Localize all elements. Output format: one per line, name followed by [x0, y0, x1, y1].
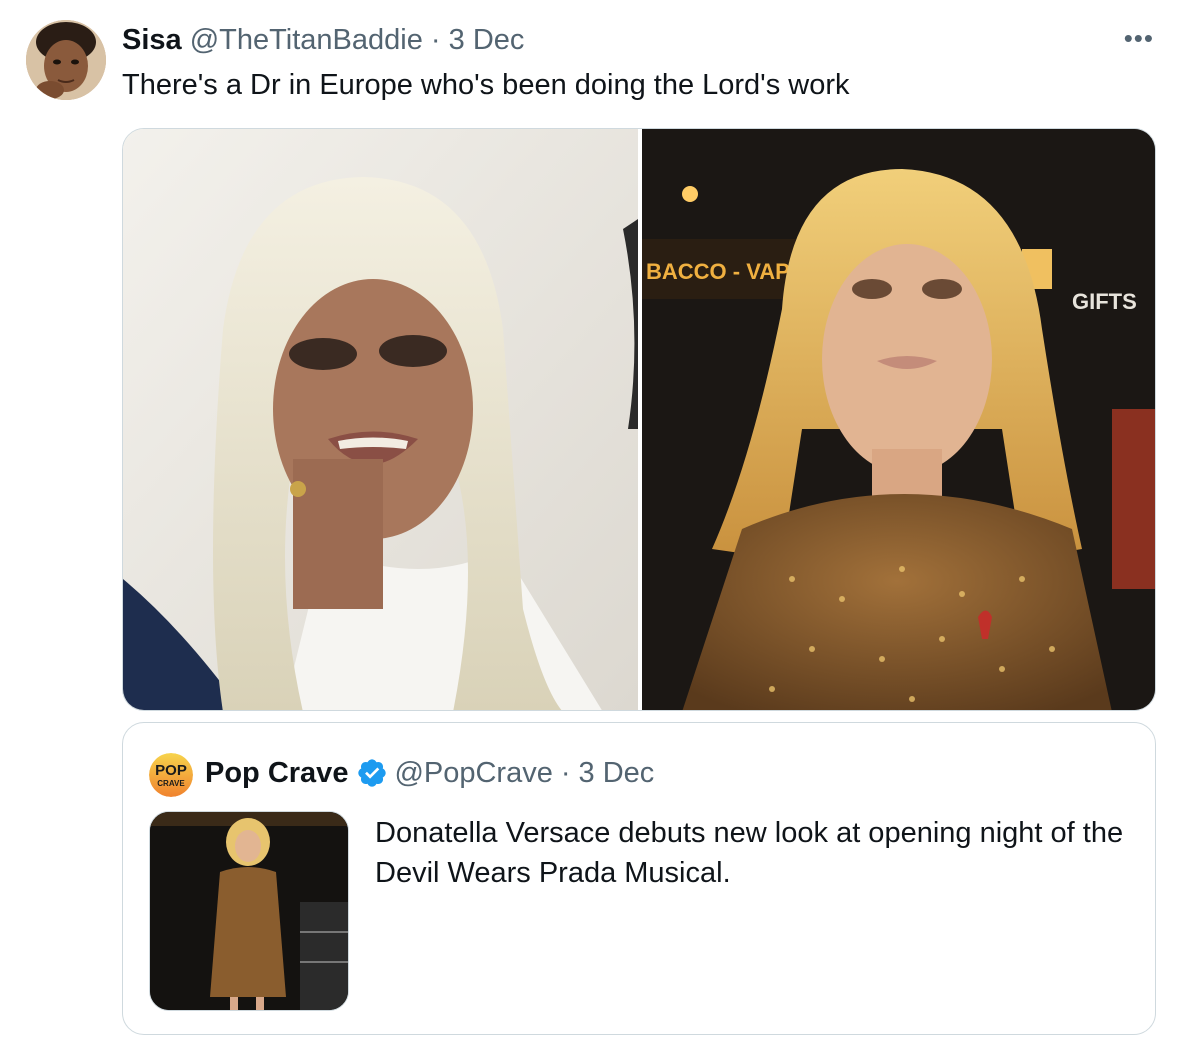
author-avatar[interactable]: [26, 20, 106, 100]
photo-right-image: BACCO - VAPE GIFTS: [642, 129, 1155, 710]
tweet-header: Sisa @TheTitanBaddie · 3 Dec: [122, 22, 524, 58]
quoted-author-name[interactable]: Pop Crave: [205, 755, 348, 791]
quoted-author-handle[interactable]: @PopCrave: [394, 755, 552, 791]
author-name[interactable]: Sisa: [122, 24, 182, 56]
tweet-text: There's a Dr in Europe who's been doing …: [122, 69, 850, 101]
logo-text-bottom: CRAVE: [157, 779, 185, 788]
photo-left[interactable]: [123, 129, 638, 710]
tweet-date[interactable]: 3 Dec: [449, 24, 525, 56]
sign-text-right: GIFTS: [1072, 289, 1137, 314]
sign-text-left: BACCO - VAPE: [646, 259, 805, 284]
author-handle[interactable]: @TheTitanBaddie: [190, 24, 423, 56]
photo-right[interactable]: BACCO - VAPE GIFTS: [642, 129, 1155, 710]
pop-crave-logo: POP CRAVE: [149, 753, 193, 797]
photo-left-image: [123, 129, 638, 710]
quoted-tweet[interactable]: POP CRAVE Pop Crave @PopCrave · 3 Dec Do…: [122, 722, 1156, 1035]
quoted-header-separator: ·: [560, 757, 571, 789]
avatar-image: [26, 20, 106, 100]
more-options-icon[interactable]: •••: [1124, 25, 1154, 51]
quoted-tweet-date[interactable]: 3 Dec: [579, 755, 655, 791]
logo-text-top: POP: [155, 762, 187, 779]
quoted-thumbnail-image: [150, 812, 348, 1010]
tweet-media: BACCO - VAPE GIFTS: [122, 128, 1156, 711]
quoted-author-avatar[interactable]: POP CRAVE: [149, 753, 193, 797]
header-separator: ·: [430, 24, 441, 56]
verified-badge-icon: [356, 757, 388, 789]
quoted-tweet-header: Pop Crave @PopCrave · 3 Dec: [205, 755, 654, 791]
quoted-tweet-text: Donatella Versace debuts new look at ope…: [375, 817, 1124, 889]
quoted-tweet-thumbnail[interactable]: [149, 811, 349, 1011]
